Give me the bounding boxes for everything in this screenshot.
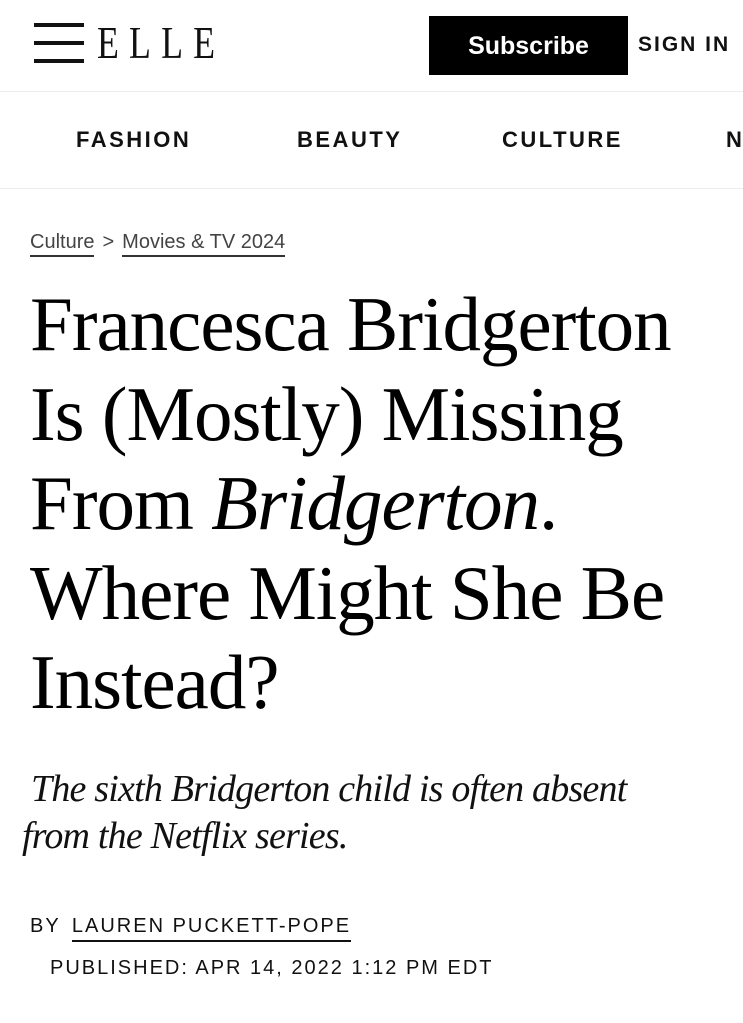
headline-italic-title: Bridgerton: [211, 460, 540, 546]
article-dek: The sixth Bridgerton child is often abse…: [22, 766, 722, 860]
elle-logo[interactable]: ELLE: [97, 15, 225, 71]
published-date: PUBLISHED: APR 14, 2022 1:12 PM EDT: [50, 957, 494, 979]
headline-line: From Bridgerton.: [30, 459, 730, 549]
category-nav: FASHION BEAUTY CULTURE N: [0, 92, 743, 189]
headline-line: Instead?: [30, 639, 280, 725]
menu-bar: [34, 59, 84, 63]
nav-item-culture[interactable]: CULTURE: [502, 122, 623, 158]
breadcrumb: Culture > Movies & TV 2024: [30, 227, 286, 257]
headline-line: Is (Mostly) Missing: [30, 370, 624, 457]
subscribe-button[interactable]: Subscribe: [429, 16, 628, 75]
byline-prefix: BY: [30, 915, 61, 937]
breadcrumb-movies-tv[interactable]: Movies & TV 2024: [122, 231, 286, 257]
breadcrumb-culture[interactable]: Culture: [30, 231, 95, 257]
hamburger-menu-icon[interactable]: [34, 21, 84, 65]
dek-line: from the Netflix series.: [22, 815, 348, 857]
headline-text: From: [30, 460, 212, 546]
menu-bar: [34, 23, 84, 27]
site-header: ELLE Subscribe SIGN IN: [0, 0, 743, 92]
nav-item-beauty[interactable]: BEAUTY: [297, 122, 402, 158]
dek-line: The sixth Bridgerton child is often abse…: [31, 768, 627, 810]
menu-bar: [34, 41, 84, 45]
article-headline: Francesca Bridgerton Is (Mostly) Missing…: [30, 280, 730, 728]
headline-text: .: [539, 460, 558, 546]
byline: BY LAUREN PUCKETT-POPE: [30, 911, 352, 942]
sign-in-link[interactable]: SIGN IN: [638, 26, 730, 64]
headline-line: Francesca Bridgerton: [30, 281, 672, 367]
author-link[interactable]: LAUREN PUCKETT-POPE: [71, 915, 352, 942]
nav-item-fashion[interactable]: FASHION: [76, 122, 191, 158]
nav-item-news[interactable]: N: [726, 122, 743, 158]
headline-line: Where Might She Be: [30, 549, 665, 636]
breadcrumb-separator: >: [102, 231, 115, 253]
